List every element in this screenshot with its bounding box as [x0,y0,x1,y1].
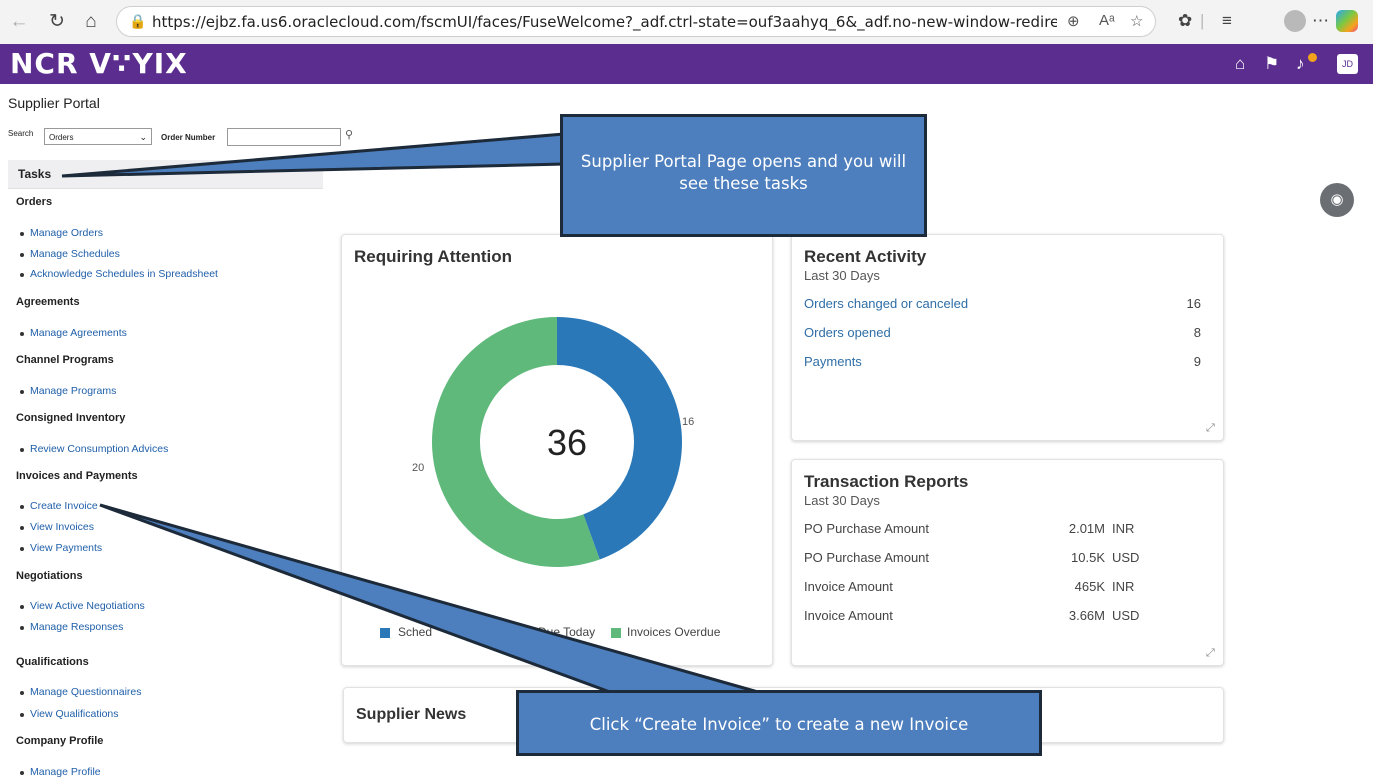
callout-tasks: Supplier Portal Page opens and you will … [560,114,927,237]
callout-create-invoice: Click “Create Invoice” to create a new I… [516,690,1042,756]
callout-pointer-tasks [61,132,566,178]
callout-pointer-create-invoice [99,503,759,694]
